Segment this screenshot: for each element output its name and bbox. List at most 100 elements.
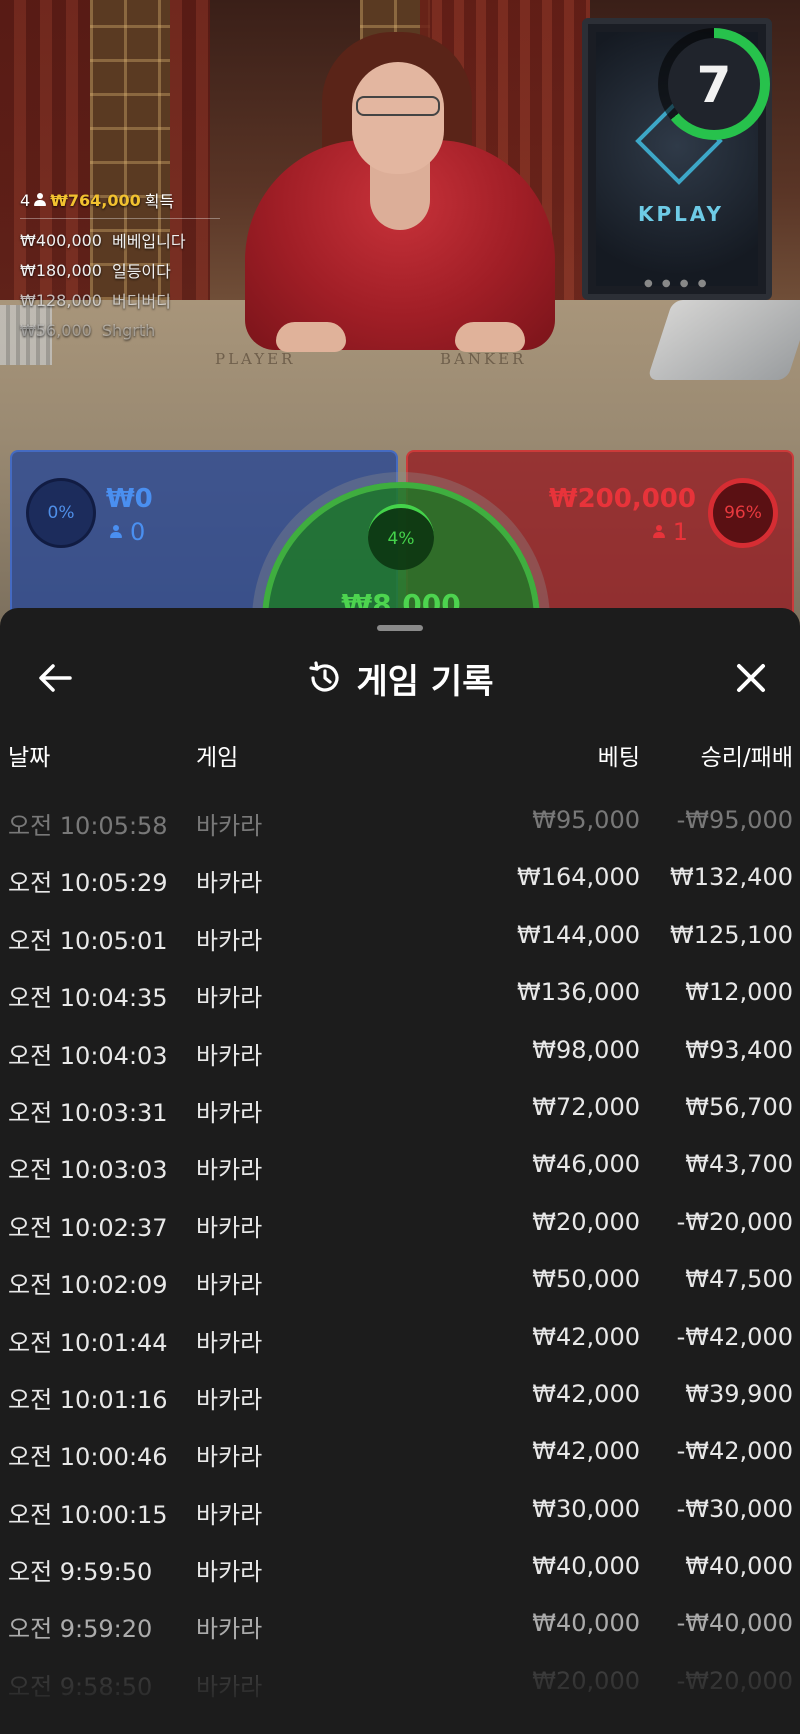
winner-name: 버디버디 [111, 292, 171, 311]
row-time: 오전 10:05:01 [8, 926, 168, 955]
row-bet: ₩144,000 [517, 920, 640, 949]
history-row[interactable]: 오전 9:58:50 바카라 ₩20,000 -₩20,000 [0, 1659, 800, 1716]
dealer-hand [276, 322, 346, 352]
dealer-hand [455, 322, 525, 352]
column-bet: 베팅 [597, 745, 640, 771]
recent-winners: 4 ₩764,000 획득 ₩400,000 베베입니다 ₩180,000 일등… [20, 188, 220, 345]
sheet-header: 게임 기록 [0, 648, 800, 708]
row-bet: ₩42,000 [532, 1437, 640, 1466]
winner-amount: ₩180,000 [20, 260, 102, 280]
history-row[interactable]: 오전 10:04:35 바카라 ₩136,000 ₩12,000 [0, 970, 800, 1027]
row-result: -₩95,000 [676, 806, 793, 834]
history-row[interactable]: 오전 10:02:09 바카라 ₩50,000 ₩47,500 [0, 1257, 800, 1314]
winner-name: 베베입니다 [111, 232, 186, 251]
row-bet: ₩95,000 [532, 806, 640, 834]
row-bet: ₩46,000 [532, 1150, 640, 1179]
back-button[interactable] [30, 658, 80, 698]
row-result: -₩30,000 [676, 1494, 793, 1523]
history-row[interactable]: 오전 10:00:15 바카라 ₩30,000 -₩30,000 [0, 1487, 800, 1544]
row-game: 바카라 [196, 926, 263, 955]
history-row[interactable]: 오전 10:05:01 바카라 ₩144,000 ₩125,100 [0, 913, 800, 970]
dealer-face [352, 62, 444, 174]
row-bet: ₩40,000 [532, 1552, 640, 1581]
row-game: 바카라 [196, 1558, 263, 1587]
winner-name: 일등이다 [111, 262, 171, 281]
row-game: 바카라 [196, 1443, 263, 1472]
history-icon [308, 661, 339, 692]
felt-banker-label: BANKER [440, 350, 527, 368]
row-result: ₩40,000 [685, 1552, 793, 1581]
row-time: 오전 10:02:09 [8, 1271, 168, 1300]
row-bet: ₩20,000 [532, 1666, 640, 1695]
sheet-title-group: 게임 기록 [0, 648, 800, 708]
row-bet: ₩40,000 [532, 1609, 640, 1638]
history-row[interactable]: 오전 10:03:31 바카라 ₩72,000 ₩56,700 [0, 1085, 800, 1142]
banker-percent: 96% [708, 478, 778, 548]
history-row[interactable]: 오전 10:01:16 바카라 ₩42,000 ₩39,900 [0, 1372, 800, 1429]
winners-suffix: 획득 [144, 192, 175, 211]
row-time: 오전 9:58:50 [8, 1672, 153, 1701]
history-list[interactable]: 오전 10:05:58 바카라 ₩95,000 -₩95,000 오전 10:05:2… [0, 798, 800, 1716]
row-result: -₩20,000 [676, 1666, 793, 1695]
row-time: 오전 10:00:46 [8, 1443, 168, 1472]
winner-row: ₩128,000 버디버디 [20, 285, 220, 315]
history-row[interactable]: 오전 9:59:50 바카라 ₩40,000 ₩40,000 [0, 1544, 800, 1601]
row-game: 바카라 [196, 1672, 263, 1701]
brand-text: KPLAY [638, 202, 724, 226]
row-time: 오전 10:05:29 [8, 869, 168, 898]
winner-row: ₩400,000 베베입니다 [20, 225, 220, 255]
winner-amount: ₩56,000 [20, 320, 92, 340]
row-bet: ₩72,000 [532, 1092, 640, 1121]
row-result: ₩43,700 [685, 1150, 793, 1179]
history-row[interactable]: 오전 10:02:37 바카라 ₩20,000 -₩20,000 [0, 1200, 800, 1257]
history-row[interactable]: 오전 10:00:46 바카라 ₩42,000 -₩42,000 [0, 1429, 800, 1486]
person-icon [34, 193, 47, 207]
row-bet: ₩42,000 [532, 1379, 640, 1408]
felt-player-label: PLAYER [215, 350, 296, 368]
row-game: 바카라 [196, 1213, 263, 1242]
history-row[interactable]: 오전 9:59:20 바카라 ₩40,000 -₩40,000 [0, 1601, 800, 1658]
winners-summary: 4 ₩764,000 획득 [20, 188, 220, 219]
row-result: ₩132,400 [670, 863, 793, 892]
row-time: 오전 9:59:20 [8, 1615, 153, 1644]
winner-amount: ₩400,000 [20, 230, 102, 250]
row-game: 바카라 [196, 1500, 263, 1529]
winner-row: ₩56,000 Shgrth [20, 315, 220, 345]
winners-total: ₩764,000 [50, 190, 141, 210]
player-percent: 0% [26, 478, 96, 548]
countdown-value: 7 [696, 56, 732, 114]
history-column-headers: 날짜 게임 베팅 승리/패배 [0, 738, 800, 778]
history-row[interactable]: 오전 10:05:58 바카라 ₩95,000 -₩95,000 [0, 798, 800, 855]
row-time: 오전 10:02:37 [8, 1213, 168, 1242]
row-game: 바카라 [196, 1041, 263, 1070]
winner-amount: ₩128,000 [20, 290, 102, 310]
row-result: ₩93,400 [685, 1035, 793, 1064]
row-result: -₩42,000 [676, 1437, 793, 1466]
row-game: 바카라 [196, 1098, 263, 1127]
banker-bet-amount: ₩200,000 [548, 484, 696, 514]
pagination-dots: ● ● ● ● [644, 278, 710, 289]
banker-bettors: 1 [672, 518, 688, 546]
row-bet: ₩136,000 [517, 978, 640, 1007]
row-result: ₩12,000 [685, 978, 793, 1007]
row-time: 오전 9:59:50 [8, 1558, 153, 1587]
row-result: -₩42,000 [676, 1322, 793, 1351]
history-row[interactable]: 오전 10:03:03 바카라 ₩46,000 ₩43,700 [0, 1142, 800, 1199]
history-row[interactable]: 오전 10:01:44 바카라 ₩42,000 -₩42,000 [0, 1315, 800, 1372]
row-time: 오전 10:03:03 [8, 1156, 168, 1185]
history-row[interactable]: 오전 10:05:29 바카라 ₩164,000 ₩132,400 [0, 855, 800, 912]
column-result: 승리/패배 [700, 745, 793, 771]
game-history-sheet: 게임 기록 날짜 게임 베팅 승리/패배 오전 10:05:58 바카라 ₩95,0… [0, 608, 800, 1734]
history-row[interactable]: 오전 10:04:03 바카라 ₩98,000 ₩93,400 [0, 1028, 800, 1085]
dealer-glasses [356, 96, 440, 116]
row-game: 바카라 [196, 1328, 263, 1357]
row-bet: ₩50,000 [532, 1265, 640, 1294]
sheet-drag-handle[interactable] [377, 625, 423, 631]
column-game: 게임 [196, 745, 239, 771]
row-bet: ₩20,000 [532, 1207, 640, 1236]
row-bet: ₩164,000 [517, 863, 640, 892]
column-date: 날짜 [8, 745, 51, 771]
row-result: ₩47,500 [685, 1265, 793, 1294]
tie-percent: 4% [368, 504, 434, 570]
close-button[interactable] [726, 654, 776, 702]
